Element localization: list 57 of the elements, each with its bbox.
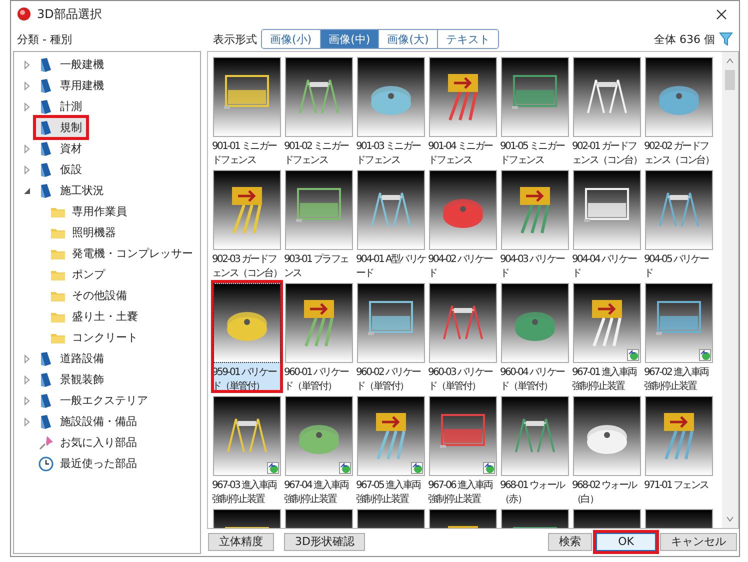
- tree-item[interactable]: ポンプ: [48, 265, 109, 284]
- part-label: 901-02 ミニガードフェンス: [284, 140, 350, 168]
- part-label: 968-01 ウォール（赤）: [500, 479, 566, 507]
- tree-item[interactable]: 盛り土・土嚢: [48, 307, 142, 326]
- part-label: 967-04 進入車両強制停止装置: [284, 479, 350, 507]
- tree-item[interactable]: 一般エクステリア: [36, 391, 152, 410]
- action-button[interactable]: 3D形状確認: [284, 532, 366, 550]
- part-label: 967-02 進入車両強制停止装置: [644, 366, 710, 394]
- view-tab[interactable]: 画像(中): [320, 30, 378, 48]
- tree-item[interactable]: その他設備: [48, 286, 131, 305]
- tree-item[interactable]: 専用建機: [36, 76, 108, 95]
- part-label: 901-01 ミニガードフェンス: [212, 140, 278, 168]
- tree-item[interactable]: 最近使った部品: [36, 454, 141, 473]
- tree-item[interactable]: 資材: [36, 139, 86, 158]
- part-label: 904-03 バリケード: [500, 253, 566, 281]
- tree-item[interactable]: 発電機・コンプレッサー: [48, 244, 197, 263]
- tree-item[interactable]: 仮設: [36, 160, 86, 179]
- tree-item[interactable]: 規制: [36, 118, 86, 137]
- tree-item[interactable]: お気に入り部品: [36, 433, 141, 452]
- part-label: 904-05 バリケード: [644, 253, 710, 281]
- part-label: 904-01 A型バリケード: [356, 253, 428, 281]
- part-label: 960-01 バリケード（単管付）: [284, 366, 350, 394]
- tree-item[interactable]: 照明機器: [48, 223, 120, 242]
- part-label: 902-03 ガードフェンス（コン台）: [212, 253, 283, 281]
- tree-item[interactable]: 施工状況: [36, 181, 108, 200]
- tree-item[interactable]: 計測: [36, 97, 86, 116]
- total-count: 全体 636 個: [654, 32, 715, 46]
- tree-item[interactable]: コンクリート: [48, 328, 142, 347]
- part-label: 901-04 ミニガードフェンス: [428, 140, 494, 168]
- action-button[interactable]: キャンセル: [660, 532, 737, 550]
- window-title: 3D部品選択: [37, 6, 103, 22]
- view-mode-label: 表示形式: [213, 32, 257, 46]
- part-label: 971-01 フェンス: [644, 479, 710, 493]
- panel-heading: 分類 - 種別: [16, 32, 73, 46]
- part-label: 967-03 進入車両強制停止装置: [212, 479, 278, 507]
- tree-item[interactable]: 道路設備: [36, 349, 108, 368]
- action-button[interactable]: 検索: [548, 532, 592, 550]
- part-label: 960-03 バリケード（単管付）: [428, 366, 494, 394]
- tree-item[interactable]: 一般建機: [36, 55, 108, 74]
- part-label: 902-02 ガードフェンス（コン台）: [644, 140, 715, 168]
- tree-item[interactable]: 景観装飾: [36, 370, 108, 389]
- part-label: 967-06 進入車両強制停止装置: [428, 479, 494, 507]
- part-label: 968-02 ウォール（白）: [572, 479, 638, 507]
- part-label: 967-01 進入車両強制停止装置: [572, 366, 638, 394]
- part-label: 903-01 プラフェンス: [284, 253, 350, 281]
- part-label: 902-01 ガードフェンス（コン台）: [572, 140, 643, 168]
- view-tab[interactable]: テキスト: [436, 30, 498, 48]
- part-label: 904-04 バリケード: [572, 253, 638, 281]
- tree-item[interactable]: 専用作業員: [48, 202, 131, 221]
- part-label: 960-02 バリケード（単管付）: [356, 366, 422, 394]
- part-label: 967-05 進入車両強制停止装置: [356, 479, 422, 507]
- part-label: 901-03 ミニガードフェンス: [356, 140, 422, 168]
- part-label: 960-04 バリケード（単管付）: [500, 366, 566, 394]
- tree-item[interactable]: 施設設備・備品: [36, 412, 141, 431]
- part-label: 901-05 ミニガードフェンス: [500, 140, 566, 168]
- part-label: 904-02 バリケード: [428, 253, 494, 281]
- action-button[interactable]: 立体精度: [208, 532, 274, 550]
